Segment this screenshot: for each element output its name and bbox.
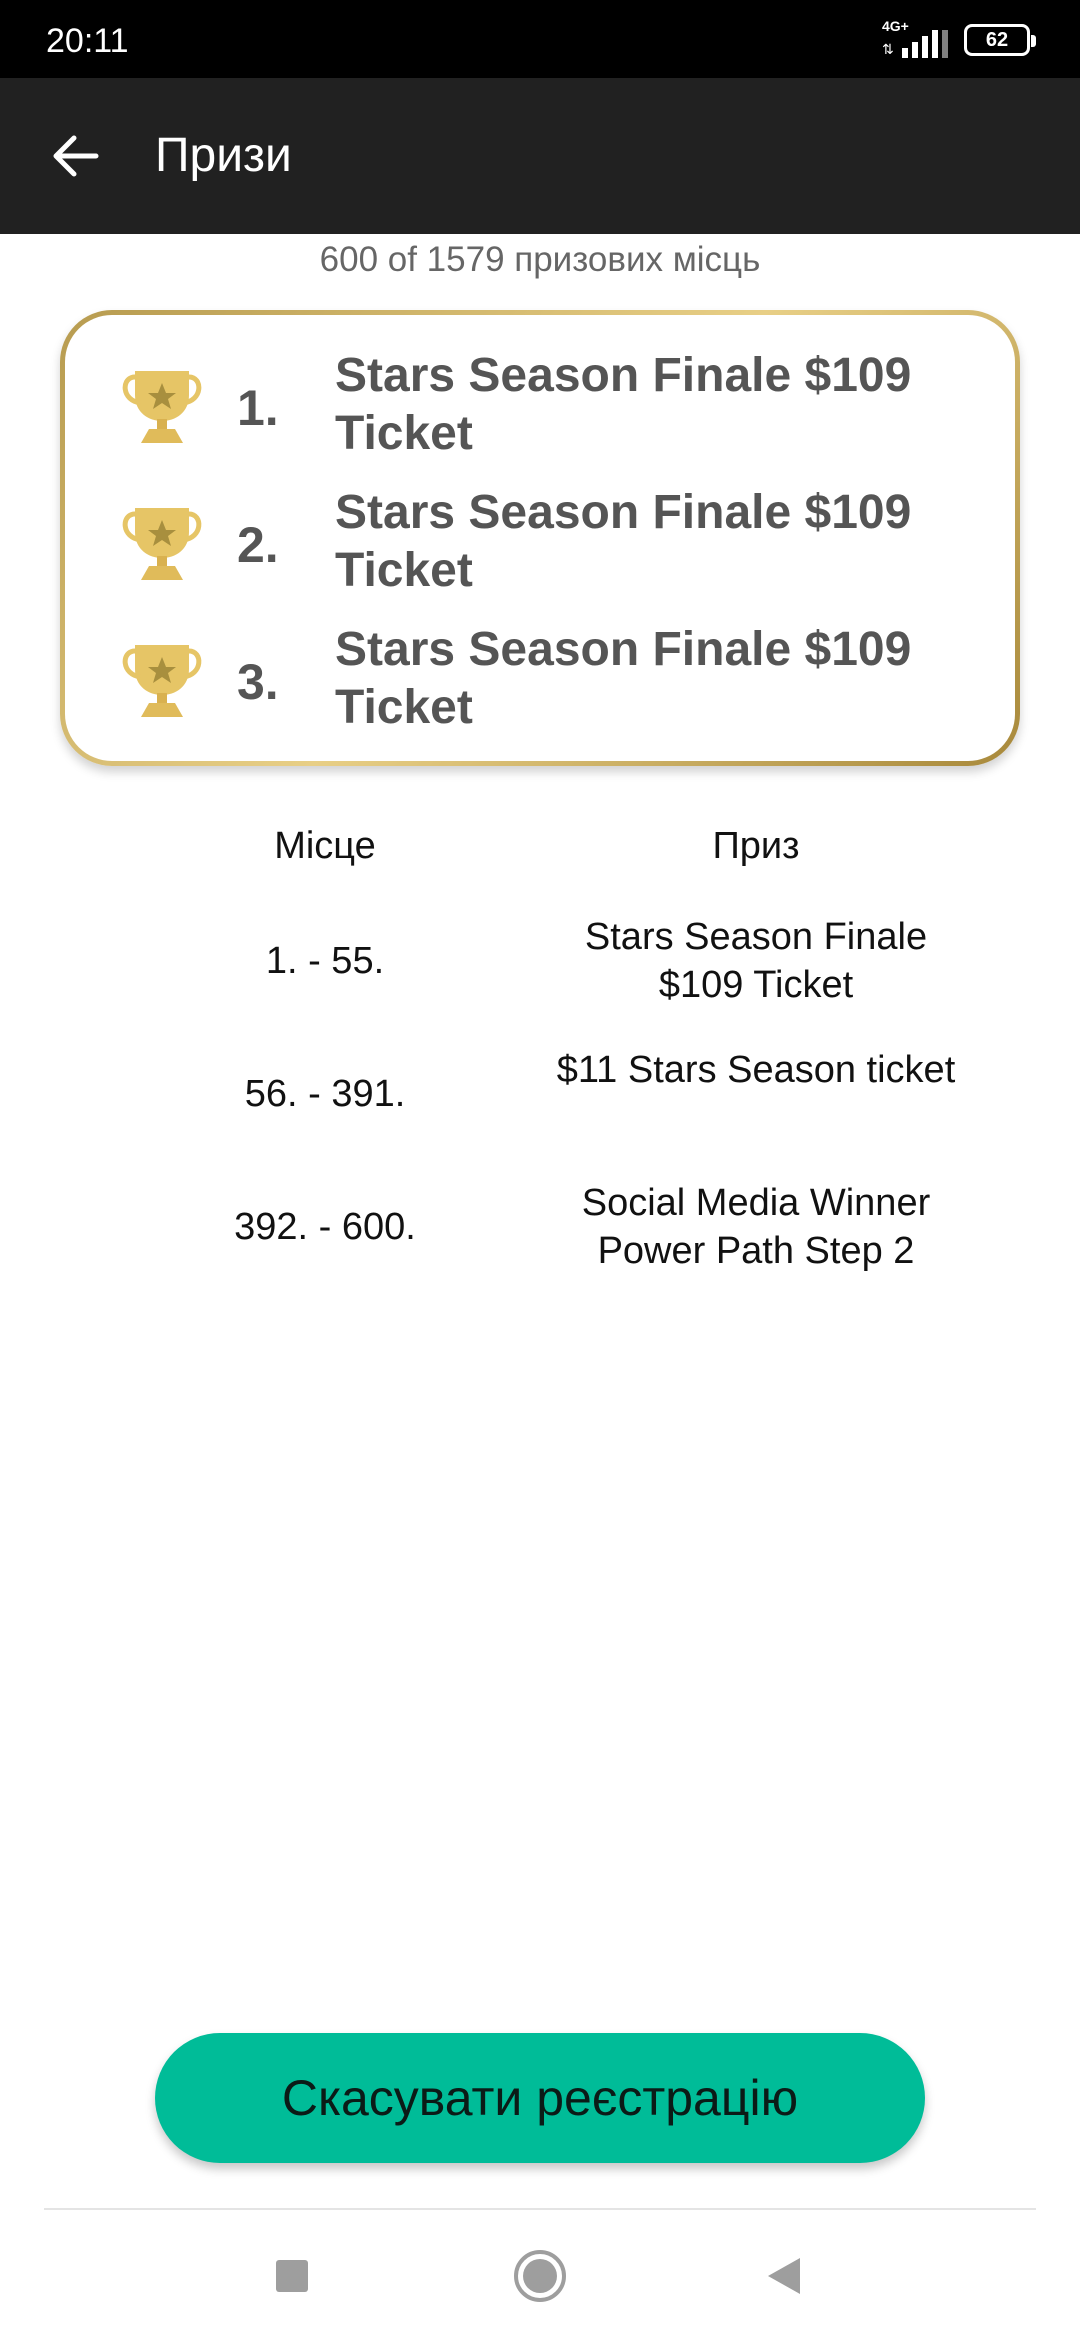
trophy-icon — [117, 498, 207, 588]
app-bar: Призи — [0, 78, 1080, 234]
prize-name: Stars Season Finale $109 Ticket — [335, 486, 912, 597]
place-range: 392. - 600. — [234, 1206, 416, 1248]
place-range: 1. - 55. — [265, 940, 385, 982]
status-icons: 4G+ ⇅ 62 — [882, 18, 1036, 58]
prize-rank: 3. — [237, 654, 279, 710]
place-range: 56. - 391. — [244, 1073, 406, 1115]
top-prizes-card: 1. Stars Season Finale $109 Ticket 2. St… — [60, 310, 1020, 766]
top-prize-row: 2. Stars Season Finale $109 Ticket — [65, 478, 1015, 608]
prize-rank: 1. — [237, 380, 279, 436]
prize-name: Stars Season Finale $109 Ticket — [335, 349, 912, 460]
cancel-registration-button[interactable]: Скасувати реєстрацію — [155, 2033, 925, 2163]
prize-places-count: 600 of 1579 призових місць — [319, 240, 761, 279]
status-time: 20:11 — [46, 22, 129, 60]
square-icon[interactable] — [262, 2246, 322, 2306]
circle-icon[interactable] — [510, 2246, 570, 2306]
column-header-prize: Приз — [712, 825, 800, 867]
trophy-icon — [117, 635, 207, 725]
prize-name: Stars Season Finale $109 Ticket — [335, 623, 912, 734]
column-header-place: Місце — [274, 825, 376, 867]
system-nav-bar — [0, 2210, 1080, 2340]
page-title: Призи — [155, 129, 292, 182]
prize-cell: $11 Stars Season ticket — [556, 1049, 956, 1091]
arrow-left-icon[interactable] — [46, 126, 106, 186]
battery-level: 62 — [985, 28, 1009, 51]
prize-cell: Stars Season Finale $109 Ticket — [584, 916, 928, 1006]
status-bar: 20:11 4G+ ⇅ 62 — [0, 0, 1080, 78]
prize-cell: Social Media Winner Power Path Step 2 — [581, 1182, 931, 1272]
top-prize-row: 1. Stars Season Finale $109 Ticket — [65, 341, 1015, 471]
prize-rank: 2. — [237, 517, 279, 573]
battery-icon: 62 — [964, 24, 1036, 56]
top-prize-row: 3. Stars Season Finale $109 Ticket — [65, 615, 1015, 745]
trophy-icon — [117, 361, 207, 451]
triangle-back-icon[interactable] — [756, 2246, 816, 2306]
signal-icon: 4G+ ⇅ — [882, 18, 948, 58]
